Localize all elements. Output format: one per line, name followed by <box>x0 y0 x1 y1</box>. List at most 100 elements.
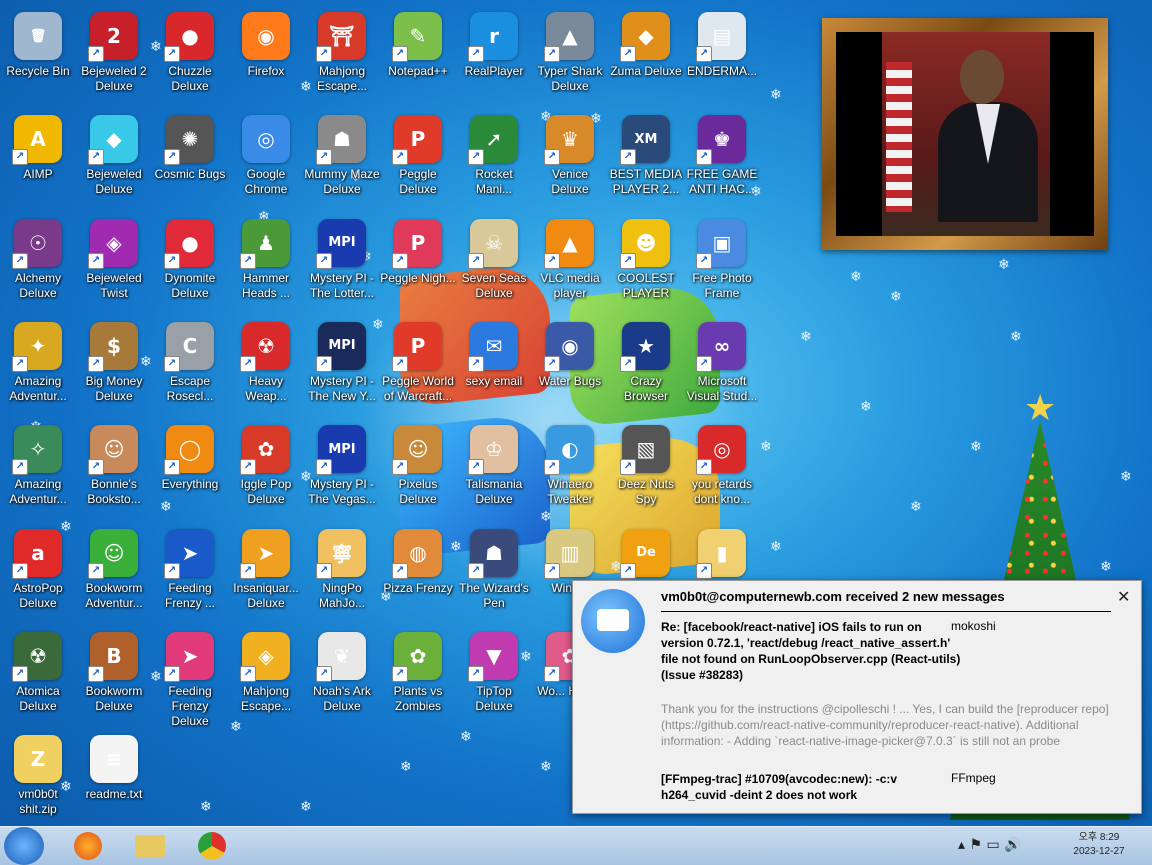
desktop-icon[interactable]: MPI ↗ Mystery PI - The New Y... <box>304 316 380 416</box>
shortcut-arrow-icon: ↗ <box>392 562 408 579</box>
desktop-icon[interactable]: MPI ↗ Mystery PI - The Vegas... <box>304 419 380 519</box>
desktop-icon[interactable]: ◈ ↗ Bejeweled Twist <box>76 213 152 313</box>
shortcut-arrow-icon: ↗ <box>544 665 560 682</box>
desktop-icon[interactable]: ▧ ↗ Deez Nuts Spy <box>608 419 684 519</box>
clock[interactable]: 오후 8:29 2023-12-27 <box>1062 831 1136 859</box>
desktop-icon[interactable]: ✺ ↗ Cosmic Bugs <box>152 109 228 209</box>
desktop-icon[interactable]: ◉ Firefox <box>228 6 304 106</box>
desktop-icon[interactable]: ☠ ↗ Seven Seas Deluxe <box>456 213 532 313</box>
desktop-icon[interactable]: ◉ ↗ Water Bugs <box>532 316 608 416</box>
desktop-icon[interactable]: ▲ ↗ Typer Shark Deluxe <box>532 6 608 106</box>
desktop-icon[interactable]: ◯ ↗ Everything <box>152 419 228 519</box>
desktop-icon[interactable]: P ↗ Peggle World of Warcraft... <box>380 316 456 416</box>
desktop-icon[interactable]: ★ ↗ Crazy Browser <box>608 316 684 416</box>
desktop-icon[interactable]: r ↗ RealPlayer <box>456 6 532 106</box>
desktop-icon[interactable]: ➤ ↗ Insaniquar... Deluxe <box>228 523 304 623</box>
desktop-icon-label: Pizza Frenzy <box>383 580 453 595</box>
app-icon: B ↗ <box>88 631 138 682</box>
shortcut-arrow-icon: ↗ <box>468 459 484 476</box>
app-icon: ☺ ↗ <box>88 425 138 476</box>
shortcut-arrow-icon: ↗ <box>544 252 560 269</box>
photo-frame-gadget[interactable] <box>822 18 1108 250</box>
desktop-icon[interactable]: ➤ ↗ Feeding Frenzy ... <box>152 523 228 623</box>
desktop-icon[interactable]: ☺ ↗ Pixelus Deluxe <box>380 419 456 519</box>
snowflake-icon: ❄ <box>770 87 782 103</box>
desktop-icon[interactable]: ✿ ↗ Iggle Pop Deluxe <box>228 419 304 519</box>
taskbar-chrome-icon[interactable] <box>186 829 238 863</box>
desktop-icon[interactable]: XM ↗ BEST MEDIA PLAYER 2... <box>608 109 684 209</box>
shortcut-arrow-icon: ↗ <box>164 149 180 166</box>
desktop-icon[interactable]: 🗑 Recycle Bin <box>0 6 76 106</box>
desktop-icon[interactable]: ☗ ↗ Mummy Maze Deluxe <box>304 109 380 209</box>
system-tray[interactable]: ▴ ⚑ ▭ 🔊 <box>958 837 1022 853</box>
desktop-icon[interactable]: ◈ ↗ Mahjong Escape... <box>228 626 304 726</box>
desktop-icon-label: AstroPop Deluxe <box>13 580 63 610</box>
desktop-icon[interactable]: C ↗ Escape Rosecl... <box>152 316 228 416</box>
desktop-icon[interactable]: ≡ readme.txt <box>76 729 152 829</box>
desktop-icon[interactable]: ✉ ↗ sexy email <box>456 316 532 416</box>
desktop-icon[interactable]: ✧ ↗ Amazing Adventur... <box>0 419 76 519</box>
desktop-icon[interactable]: ☢ ↗ Heavy Weap... <box>228 316 304 416</box>
desktop-icon-label: Bonnie's Booksto... <box>87 477 141 507</box>
shortcut-arrow-icon: ↗ <box>88 355 104 372</box>
taskbar-firefox-icon[interactable] <box>62 829 114 863</box>
desktop-icon[interactable]: ☉ ↗ Alchemy Deluxe <box>0 213 76 313</box>
desktop-icon[interactable]: ◎ Google Chrome <box>228 109 304 209</box>
desktop-icon[interactable]: 2 ↗ Bejeweled 2 Deluxe <box>76 6 152 106</box>
desktop-icon[interactable]: ♚ ↗ FREE GAME ANTI HAC... <box>684 109 760 209</box>
shortcut-arrow-icon: ↗ <box>620 459 636 476</box>
desktop-icon[interactable]: ▤ ↗ ENDERMA... <box>684 6 760 106</box>
desktop-icon[interactable]: ◆ ↗ Zuma Deluxe <box>608 6 684 106</box>
desktop-icon[interactable]: ☺ ↗ Bookworm Adventur... <box>76 523 152 623</box>
close-icon[interactable]: ✕ <box>1117 587 1130 606</box>
taskbar-explorer-icon[interactable] <box>124 829 176 863</box>
desktop-icon[interactable]: ✿ ↗ Plants vs Zombies <box>380 626 456 726</box>
desktop-icon[interactable]: ● ↗ Chuzzle Deluxe <box>152 6 228 106</box>
desktop-icon[interactable]: ➤ ↗ Feeding Frenzy Deluxe <box>152 626 228 728</box>
desktop-icon[interactable]: ✦ ↗ Amazing Adventur... <box>0 316 76 416</box>
desktop-icon[interactable]: ➚ ↗ Rocket Mani... <box>456 109 532 209</box>
desktop-icon[interactable]: MPI ↗ Mystery PI - The Lotter... <box>304 213 380 313</box>
desktop-icon[interactable]: ▼ ↗ TipTop Deluxe <box>456 626 532 726</box>
thunderbird-notification[interactable]: vm0b0t@computernewb.com received 2 new m… <box>572 580 1142 814</box>
desktop-icon[interactable]: P ↗ Peggle Deluxe <box>380 109 456 209</box>
desktop-icon[interactable]: a ↗ AstroPop Deluxe <box>0 523 76 623</box>
desktop-icon[interactable]: ☺ ↗ Bonnie's Booksto... <box>76 419 152 519</box>
desktop-icon[interactable]: ◎ ↗ you retards dont kno... <box>684 419 760 519</box>
app-icon: ▼ ↗ <box>468 631 518 682</box>
desktop-icon-label: Chuzzle Deluxe <box>168 64 212 93</box>
desktop-icon[interactable]: ♔ ↗ Talismania Deluxe <box>456 419 532 519</box>
message-sender: FFmpeg <box>951 771 996 785</box>
message-subject[interactable]: Re: [facebook/react-native] iOS fails to… <box>661 619 961 683</box>
desktop-icon[interactable]: ⛩ ↗ Mahjong Escape... <box>304 6 380 106</box>
app-icon: De ↗ <box>620 528 670 579</box>
shortcut-arrow-icon: ↗ <box>392 46 408 62</box>
desktop-icon[interactable]: ◍ ↗ Pizza Frenzy <box>380 523 456 623</box>
app-icon: ❦ ↗ <box>316 631 366 682</box>
desktop-icon[interactable]: ∞ ↗ Microsoft Visual Stud... <box>684 316 760 416</box>
desktop-icon[interactable]: ♟ ↗ Hammer Heads ... <box>228 213 304 313</box>
desktop-icon[interactable]: $ ↗ Big Money Deluxe <box>76 316 152 416</box>
desktop-icon[interactable]: Zvm0b0t shit.zip <box>0 729 76 829</box>
desktop-icon[interactable]: 寧 ↗ NingPo MahJo... <box>304 523 380 623</box>
desktop-icon[interactable]: ♛ ↗ Venice Deluxe <box>532 109 608 209</box>
desktop-icon[interactable]: A ↗ AIMP <box>0 109 76 209</box>
start-button[interactable] <box>4 827 44 865</box>
desktop-icon[interactable]: ☢ ↗ Atomica Deluxe <box>0 626 76 726</box>
message-subject[interactable]: [FFmpeg-trac] #10709(avcodec:new): -c:v … <box>661 771 961 803</box>
desktop-icon[interactable]: ☗ ↗ The Wizard's Pen <box>456 523 532 623</box>
desktop-icon[interactable]: ❦ ↗ Noah's Ark Deluxe <box>304 626 380 726</box>
desktop-icon-label: Big Money Deluxe <box>85 373 143 403</box>
shortcut-arrow-icon: ↗ <box>544 562 560 579</box>
desktop-icon[interactable]: ☻ ↗ COOLEST PLAYER <box>608 213 684 313</box>
app-icon: ∞ ↗ <box>696 321 746 372</box>
desktop-icon[interactable]: ◆ ↗ Bejeweled Deluxe <box>76 109 152 209</box>
desktop-icon[interactable]: P ↗ Peggle Nigh... <box>380 213 456 313</box>
desktop-icon[interactable]: ▲ ↗ VLC media player <box>532 213 608 313</box>
shortcut-arrow-icon: ↗ <box>12 252 28 269</box>
desktop-icon[interactable]: ✎ ↗ Notepad++ <box>380 6 456 106</box>
desktop-icon[interactable]: ◐ ↗ Winaero Tweaker <box>532 419 608 519</box>
desktop-icon[interactable]: B ↗ Bookworm Deluxe <box>76 626 152 726</box>
desktop-icon[interactable]: ● ↗ Dynomite Deluxe <box>152 213 228 313</box>
desktop-icon[interactable]: ▣ ↗ Free Photo Frame <box>684 213 760 313</box>
